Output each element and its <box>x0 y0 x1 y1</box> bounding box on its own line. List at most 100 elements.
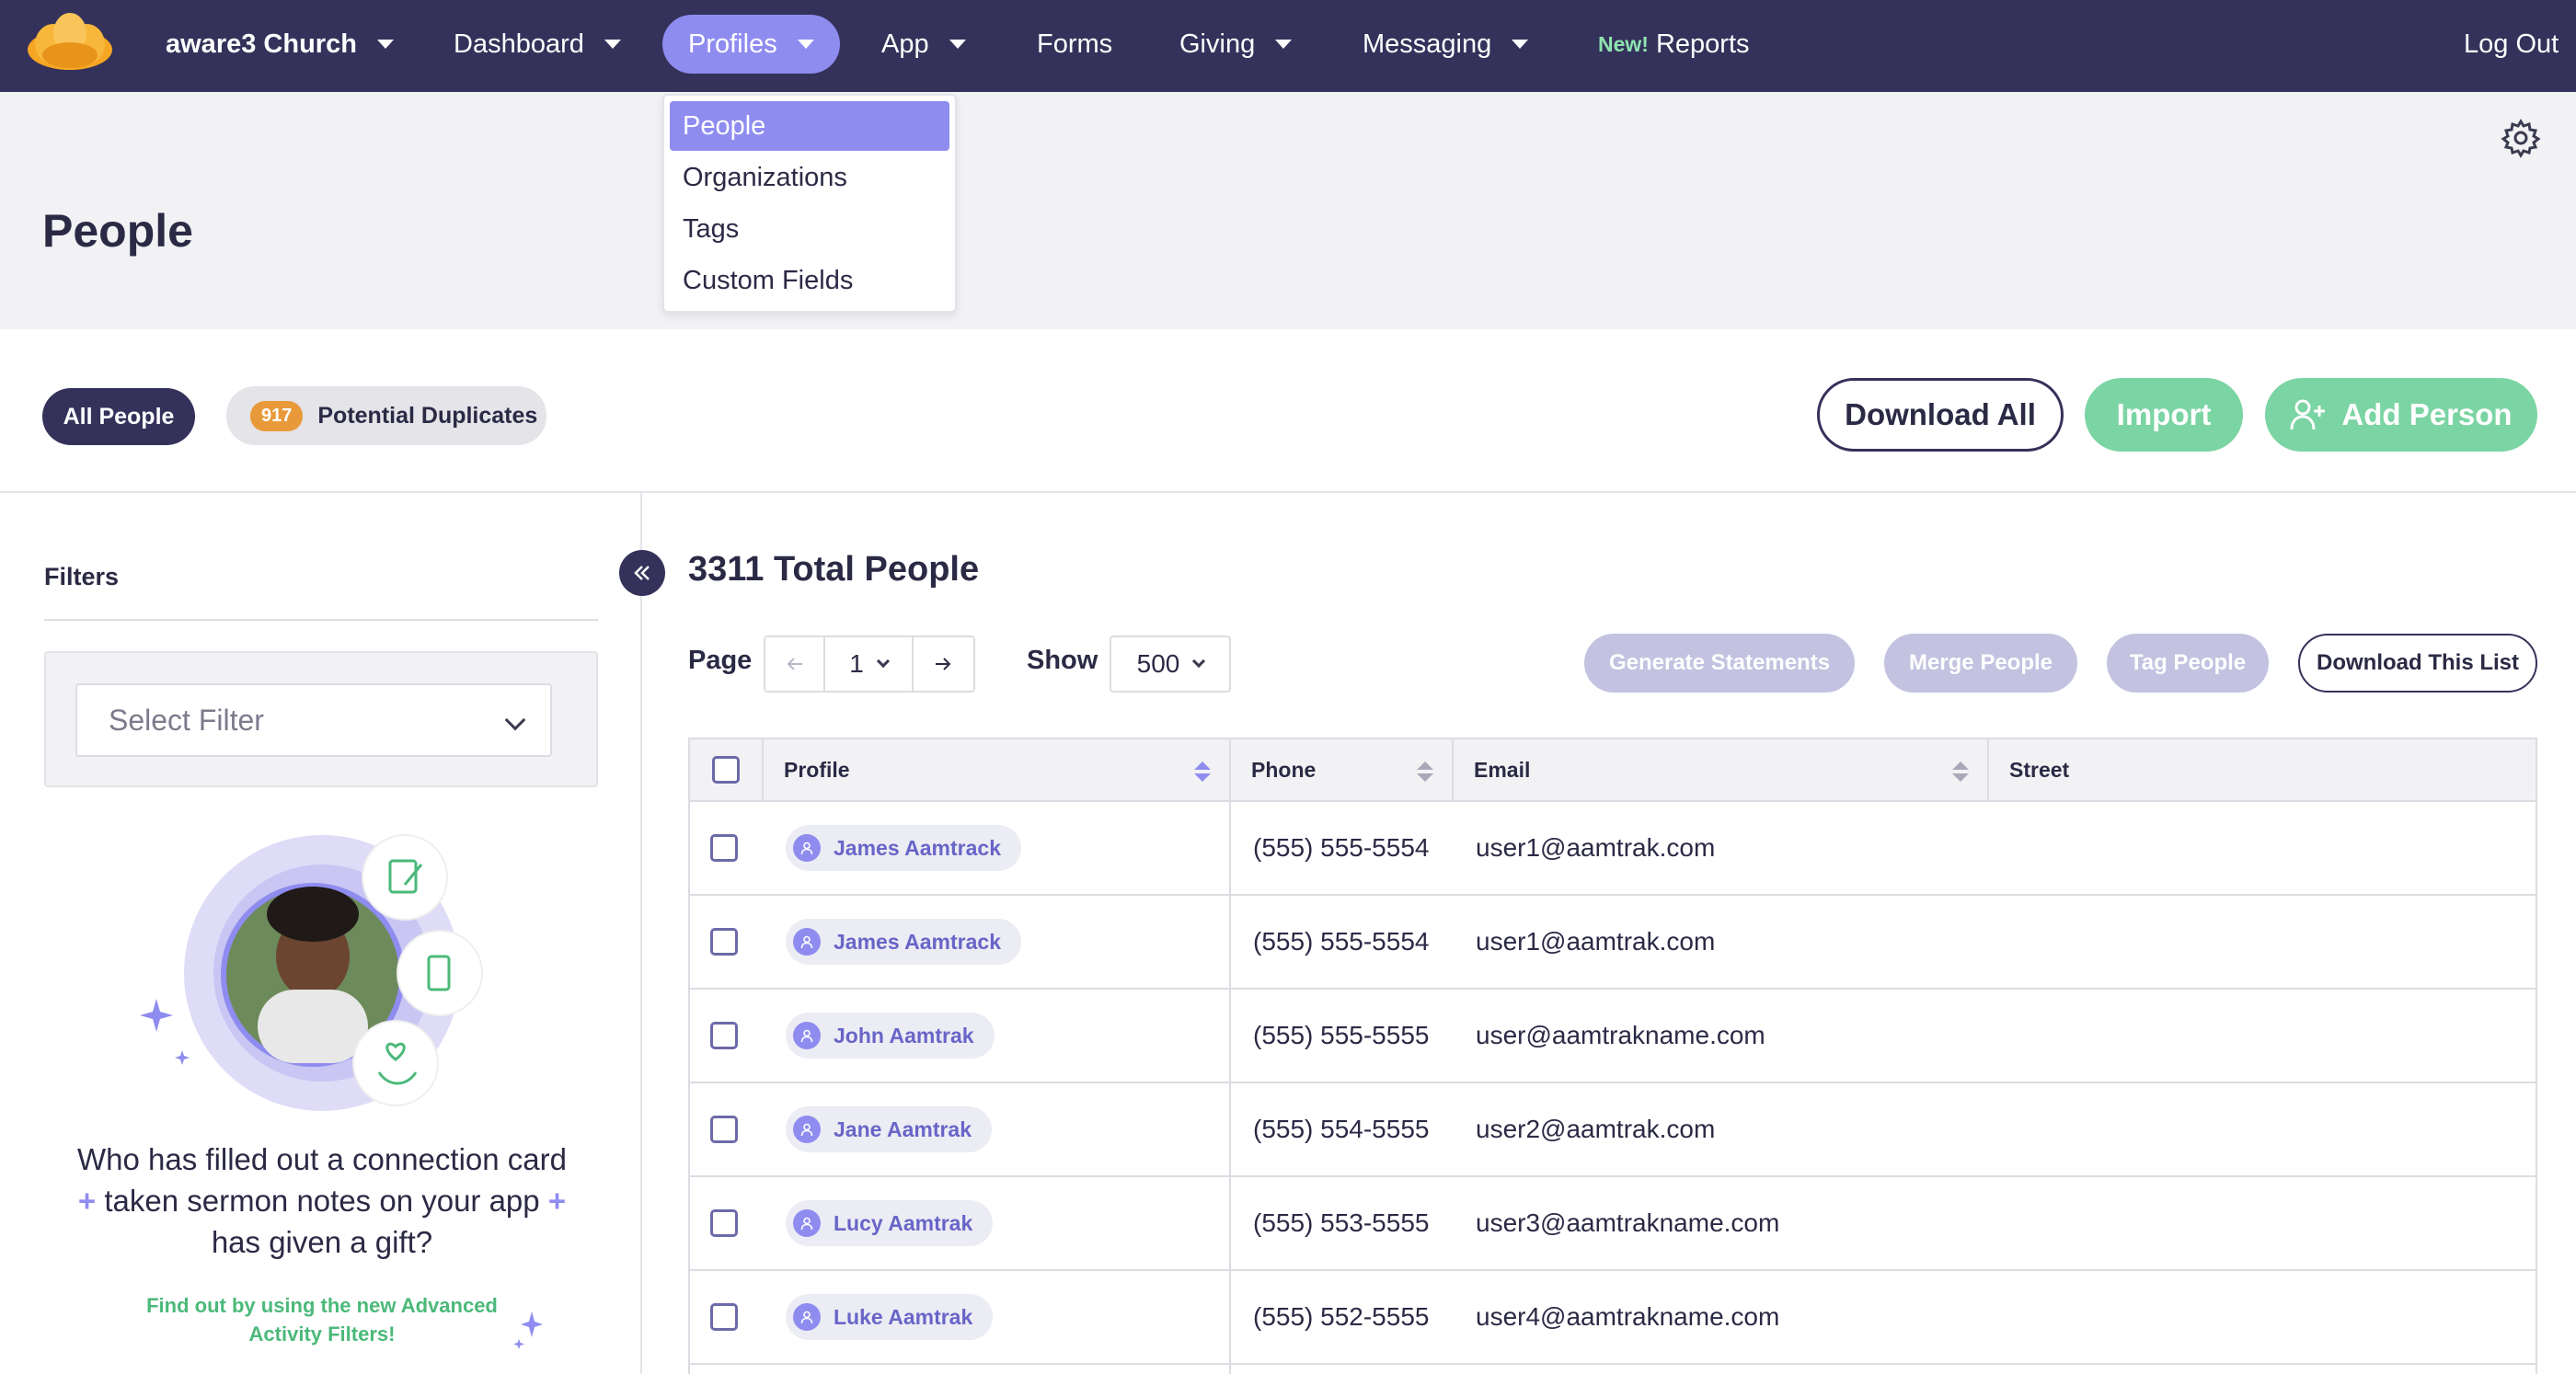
promo-question: Who has filled out a connection card + t… <box>77 1142 567 1259</box>
nav-app[interactable]: App <box>856 15 992 74</box>
email-cell: user1@aamtrak.com <box>1476 927 1716 956</box>
generate-statements-button[interactable]: Generate Statements <box>1584 634 1855 693</box>
page-size-select[interactable]: 500 <box>1110 635 1231 693</box>
tag-people-button[interactable]: Tag People <box>2107 634 2269 693</box>
phone-cell: (555) 552-5555 <box>1253 1302 1430 1331</box>
duplicates-count-badge: 917 <box>250 400 304 431</box>
select-filter-dropdown[interactable]: Select Filter <box>75 683 552 757</box>
menu-item-tags[interactable]: Tags <box>670 204 949 254</box>
promo-illustration <box>140 834 483 1111</box>
profile-name: Lucy Aamtrak <box>834 1210 973 1235</box>
table-row[interactable]: Jane Aamtrak (555) 554-5555 user2@aamtra… <box>690 1083 2536 1177</box>
nav-forms[interactable]: Forms <box>1011 15 1138 74</box>
profile-name: Luke Aamtrak <box>834 1304 973 1329</box>
sort-icon <box>1952 761 1969 782</box>
row-checkbox[interactable] <box>710 1209 738 1237</box>
profile-link[interactable]: James Aamtrack <box>786 825 1021 871</box>
arrow-right-icon <box>936 658 951 670</box>
row-checkbox[interactable] <box>710 1303 738 1331</box>
row-checkbox-cell <box>710 1177 738 1269</box>
collapse-sidebar-button[interactable] <box>619 550 665 596</box>
nav-profiles[interactable]: Profiles <box>662 15 840 74</box>
email-cell: user4@aamtrakname.com <box>1476 1302 1780 1331</box>
nav-giving[interactable]: Giving <box>1154 15 1317 74</box>
sparkle-icon <box>513 1311 543 1349</box>
tab-all-people[interactable]: All People <box>42 388 195 445</box>
table-row[interactable]: James Aamtrack (555) 555-5554 user1@aamt… <box>690 896 2536 990</box>
page-label: Page <box>688 646 753 675</box>
email-cell: user2@aamtrak.com <box>1476 1115 1716 1143</box>
merge-people-button[interactable]: Merge People <box>1884 634 2077 693</box>
person-icon <box>793 834 821 862</box>
caret-down-icon <box>949 40 966 49</box>
download-all-button[interactable]: Download All <box>1817 378 2064 452</box>
profile-name: Jane Aamtrak <box>834 1116 972 1141</box>
profile-cell: James Aamtrack <box>786 896 1021 988</box>
profile-name: John Aamtrak <box>834 1023 974 1048</box>
add-person-button[interactable]: Add Person <box>2265 378 2537 452</box>
table-row[interactable]: James Aamtrack (555) 555-5554 user1@aamt… <box>690 802 2536 896</box>
header-select-all <box>690 739 764 802</box>
phone-cell: (555) 554-5555 <box>1253 1115 1430 1143</box>
profile-cell: Jane Aamtrak <box>786 1083 993 1175</box>
filters-heading: Filters <box>44 563 120 590</box>
column-header-street[interactable]: Street <box>1989 739 2536 802</box>
menu-item-people[interactable]: People <box>670 101 949 151</box>
tab-potential-duplicates[interactable]: 917 Potential Duplicates <box>226 386 546 445</box>
table-row[interactable]: Luke Aamtrak (555) 552-5555 user4@aamtra… <box>690 1271 2536 1365</box>
row-checkbox-cell <box>710 990 738 1082</box>
profile-link[interactable]: Luke Aamtrak <box>786 1294 994 1340</box>
row-checkbox-cell <box>710 1083 738 1175</box>
profile-link[interactable]: Lucy Aamtrak <box>786 1200 994 1246</box>
profile-cell: James Aamtrack <box>786 802 1021 894</box>
caret-down-icon <box>1275 40 1293 49</box>
chevron-down-icon <box>876 654 890 669</box>
caret-down-icon <box>797 40 814 49</box>
prev-page-button[interactable] <box>765 637 826 691</box>
profiles-dropdown-menu: People Organizations Tags Custom Fields <box>662 94 957 313</box>
email-cell: user@aamtrakname.com <box>1476 1021 1765 1049</box>
import-button[interactable]: Import <box>2085 378 2243 452</box>
column-header-phone[interactable]: Phone <box>1231 739 1454 802</box>
email-cell: user1@aamtrak.com <box>1476 833 1716 862</box>
page-title: People <box>42 205 193 257</box>
column-header-email[interactable]: Email <box>1454 739 1989 802</box>
nav-dashboard[interactable]: Dashboard <box>428 15 647 74</box>
promo-link-text[interactable]: Find out by using the new Advanced Activ… <box>120 1291 524 1348</box>
row-checkbox[interactable] <box>710 834 738 862</box>
download-this-list-button[interactable]: Download This List <box>2298 634 2537 693</box>
top-nav: aware3 Church Dashboard Profiles App For… <box>0 0 2576 92</box>
profile-link[interactable]: John Aamtrak <box>786 1013 995 1059</box>
row-checkbox[interactable] <box>710 928 738 956</box>
person-icon <box>793 1022 821 1049</box>
person-icon <box>793 1303 821 1331</box>
nav-reports[interactable]: New! Reports <box>1572 15 1776 74</box>
row-checkbox-cell <box>710 802 738 894</box>
menu-item-organizations[interactable]: Organizations <box>670 153 949 202</box>
caret-down-icon <box>1512 40 1529 49</box>
column-header-profile[interactable]: Profile <box>764 739 1231 802</box>
profile-link[interactable]: James Aamtrack <box>786 919 1021 965</box>
menu-item-custom-fields[interactable]: Custom Fields <box>670 256 949 305</box>
row-checkbox[interactable] <box>710 1022 738 1049</box>
page-select[interactable]: 1 <box>825 637 914 691</box>
select-all-checkbox[interactable] <box>712 756 740 784</box>
table-row[interactable]: John Aamtrak (555) 555-5555 user@aamtrak… <box>690 990 2536 1083</box>
arrow-left-icon <box>787 658 802 670</box>
table-row[interactable]: Lucy Aamtrak (555) 553-5555 user3@aamtra… <box>690 1177 2536 1271</box>
aware3-logo-icon[interactable] <box>26 13 114 70</box>
profile-name: James Aamtrack <box>834 929 1001 954</box>
total-people-count: 3311 Total People <box>688 550 980 589</box>
row-checkbox[interactable] <box>710 1116 738 1143</box>
nav-brand-menu[interactable]: aware3 Church <box>140 15 420 74</box>
phone-cell: (555) 553-5555 <box>1253 1208 1430 1237</box>
show-label: Show <box>1027 646 1098 675</box>
gear-icon[interactable] <box>2501 118 2541 158</box>
next-page-button[interactable] <box>914 637 973 691</box>
new-badge: New! <box>1598 31 1649 56</box>
page-header <box>0 92 2576 329</box>
profile-link[interactable]: Jane Aamtrak <box>786 1106 993 1152</box>
logout-link[interactable]: Log Out <box>2438 15 2576 74</box>
nav-messaging[interactable]: Messaging <box>1337 15 1554 74</box>
row-checkbox-cell <box>710 1271 738 1363</box>
